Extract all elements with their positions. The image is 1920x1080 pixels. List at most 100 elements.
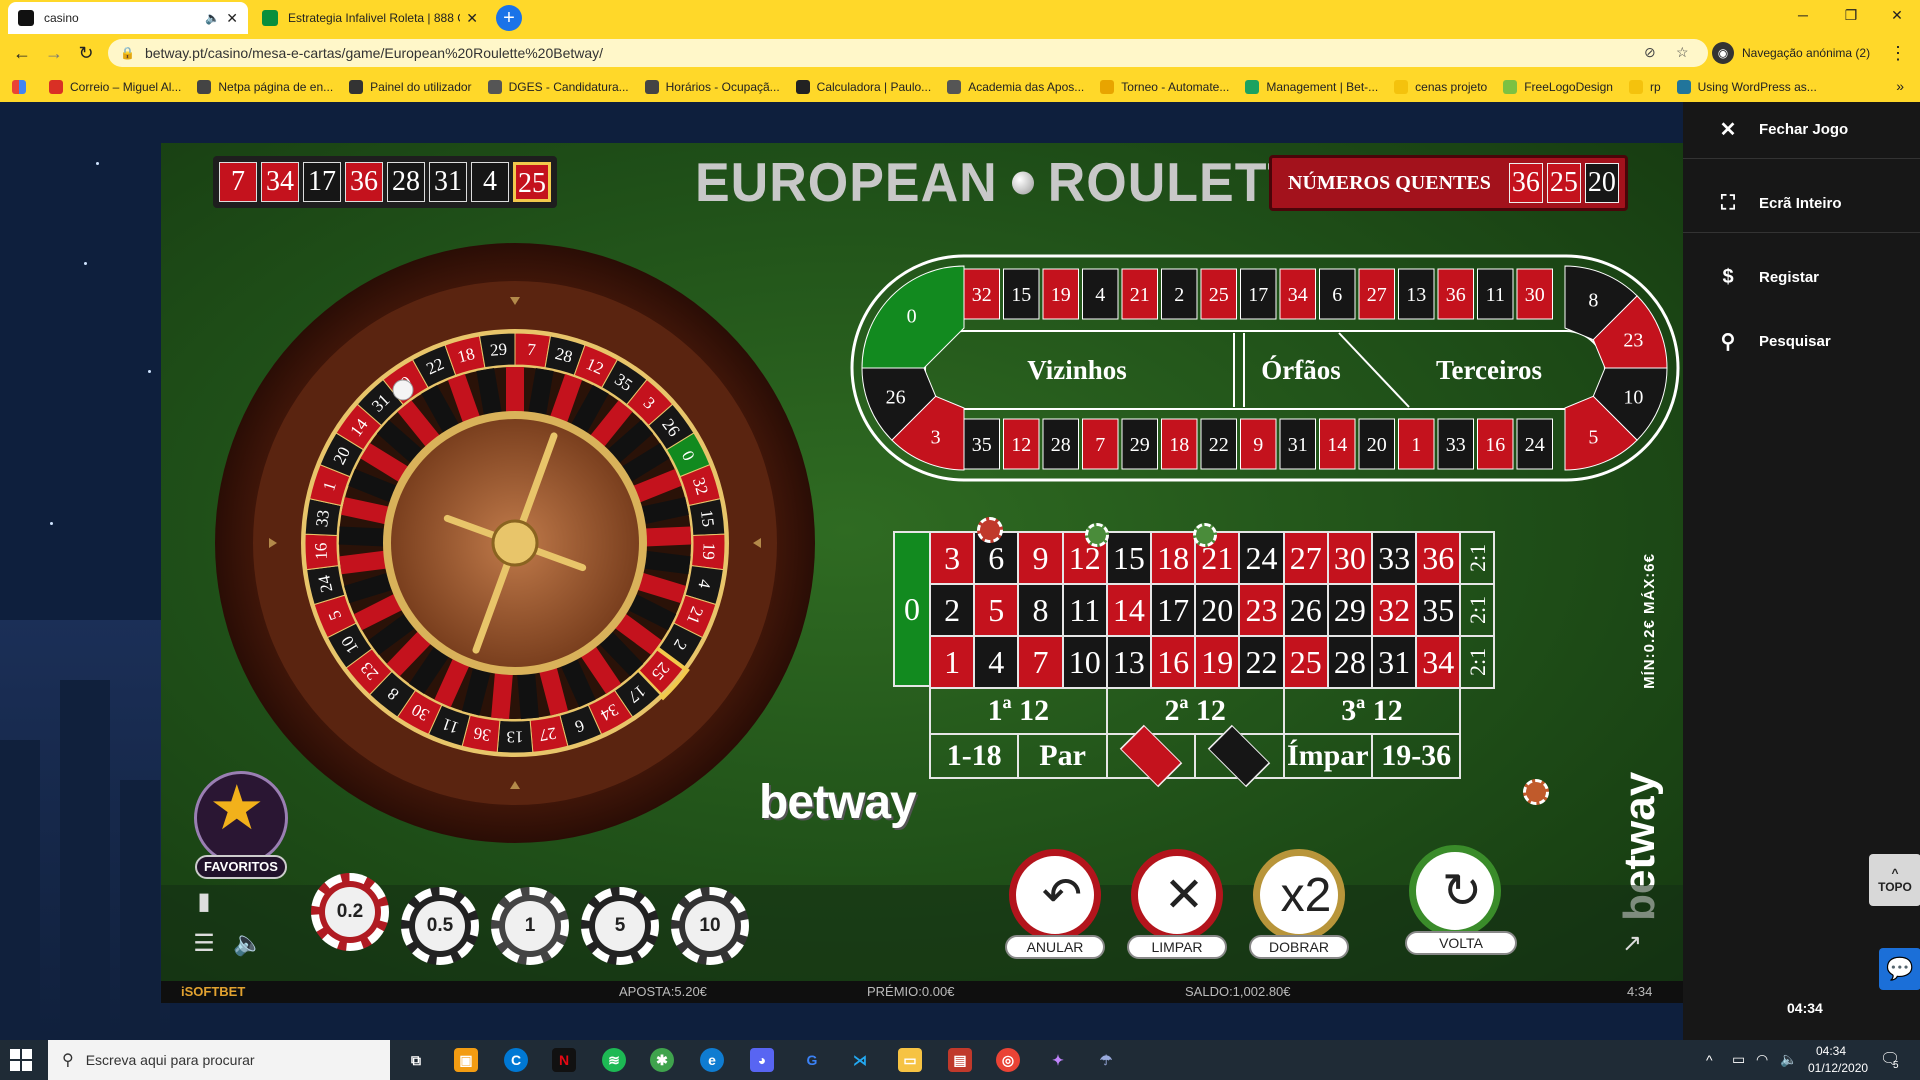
- column-bet-cell[interactable]: 2:1: [1459, 583, 1496, 637]
- speaker-icon[interactable]: 🔈: [205, 11, 220, 25]
- number-cell[interactable]: 15: [1105, 531, 1152, 585]
- anular-label[interactable]: ANULAR: [1005, 935, 1105, 959]
- racetrack[interactable]: 32 15 19 4 21 2 25 17 34 6 27 13 36 11 3035 12 28 7 29 18 22…: [849, 253, 1681, 483]
- number-cell[interactable]: 33: [1371, 531, 1418, 585]
- number-cell[interactable]: 28: [1326, 635, 1373, 689]
- edge-icon[interactable]: e: [700, 1048, 724, 1072]
- number-cell[interactable]: 10: [1061, 635, 1108, 689]
- lock-icon[interactable]: 🔒: [120, 46, 135, 60]
- number-cell[interactable]: 36: [1415, 531, 1462, 585]
- chat-icon[interactable]: 💬: [1879, 948, 1920, 990]
- volume-icon[interactable]: 🔈: [1780, 1051, 1797, 1068]
- chrome-icon[interactable]: ◎: [996, 1048, 1020, 1072]
- sound-icon[interactable]: 🔈: [231, 927, 265, 961]
- number-cell[interactable]: 20: [1194, 583, 1241, 637]
- chip-0.5[interactable]: 0.5: [401, 887, 479, 965]
- favorites-label[interactable]: FAVORITOS: [195, 855, 287, 879]
- number-cell[interactable]: 7: [1017, 635, 1064, 689]
- number-cell[interactable]: 13: [1105, 635, 1152, 689]
- chip-5[interactable]: 5: [581, 887, 659, 965]
- limpar-label[interactable]: LIMPAR: [1127, 935, 1227, 959]
- placed-chip[interactable]: [977, 517, 1003, 543]
- close-tab-icon[interactable]: ✕: [466, 10, 478, 27]
- app-icon[interactable]: ✱: [650, 1048, 674, 1072]
- outside-bet-cell[interactable]: 1-18: [929, 733, 1020, 779]
- incognito-indicator[interactable]: ◉ Navegação anónima (2): [1712, 39, 1870, 67]
- volta-button[interactable]: ↻: [1409, 845, 1501, 937]
- share-icon[interactable]: ↗: [1615, 927, 1649, 961]
- clock-time[interactable]: 04:34: [1816, 1044, 1846, 1058]
- number-cell[interactable]: 31: [1371, 635, 1418, 689]
- dobrar-label[interactable]: DOBRAR: [1249, 935, 1349, 959]
- bookmark-item[interactable]: Netpa página de en...: [197, 80, 333, 94]
- app-icon[interactable]: ✦: [1046, 1048, 1070, 1072]
- windows-start-icon[interactable]: [10, 1049, 34, 1073]
- number-cell[interactable]: 29: [1326, 583, 1373, 637]
- bookmark-item[interactable]: FreeLogoDesign: [1503, 80, 1613, 94]
- outside-bet-cell[interactable]: Par: [1017, 733, 1108, 779]
- number-cell[interactable]: 18: [1150, 531, 1197, 585]
- bookmark-item[interactable]: Correio – Miguel Al...: [49, 80, 181, 94]
- number-cell[interactable]: 11: [1061, 583, 1108, 637]
- tracking-off-icon[interactable]: ⊘: [1644, 44, 1656, 61]
- chip-1[interactable]: 1: [491, 887, 569, 965]
- number-cell[interactable]: 26: [1282, 583, 1329, 637]
- task-view-icon[interactable]: ⧉: [404, 1048, 428, 1072]
- file-explorer-icon[interactable]: ▭: [898, 1048, 922, 1072]
- outside-bet-cell[interactable]: Ímpar: [1282, 733, 1373, 779]
- bookmark-item[interactable]: Using WordPress as...: [1676, 80, 1817, 94]
- address-bar[interactable]: 🔒 betway.pt/casino/mesa-e-cartas/game/Eu…: [108, 39, 1708, 67]
- number-cell[interactable]: 3: [929, 531, 976, 585]
- number-cell[interactable]: 2: [929, 583, 976, 637]
- anular-button[interactable]: ↶: [1009, 849, 1101, 941]
- bookmark-item[interactable]: Horários - Ocupaçã...: [644, 80, 780, 94]
- zero-cell[interactable]: 0: [893, 531, 931, 687]
- outside-bet-cell[interactable]: [1105, 724, 1197, 788]
- taskbar-search[interactable]: ⚲ Escreva aqui para procurar: [48, 1040, 390, 1080]
- reload-icon[interactable]: ↻: [74, 41, 98, 65]
- tray-chevron-icon[interactable]: ^: [1706, 1052, 1713, 1068]
- vscode-icon[interactable]: ⋊: [848, 1048, 872, 1072]
- app-icon[interactable]: C: [504, 1048, 528, 1072]
- number-cell[interactable]: 34: [1415, 635, 1462, 689]
- number-cell[interactable]: 1: [929, 635, 976, 689]
- dobrar-button[interactable]: x2: [1253, 849, 1345, 941]
- list-icon[interactable]: ☰: [187, 927, 221, 961]
- number-cell[interactable]: 17: [1150, 583, 1197, 637]
- restore-icon[interactable]: ❐: [1828, 0, 1874, 30]
- bookmark-item[interactable]: rp: [1628, 80, 1661, 94]
- app-icon[interactable]: G: [800, 1048, 824, 1072]
- dozen-bet-cell[interactable]: 2ª 12: [1105, 687, 1285, 735]
- tab-estrategia[interactable]: Estrategia Infalivel Roleta | 888 C ✕: [252, 2, 488, 34]
- menu-kebab-icon[interactable]: ⋮: [1886, 41, 1910, 65]
- forward-icon[interactable]: →: [42, 41, 66, 65]
- register-button[interactable]: $ Registar: [1713, 262, 1819, 292]
- back-to-top-button[interactable]: ^ TOPO: [1869, 854, 1920, 906]
- number-cell[interactable]: 14: [1105, 583, 1152, 637]
- volta-label[interactable]: VOLTA: [1405, 931, 1517, 955]
- battery-icon[interactable]: ▭: [1732, 1051, 1745, 1068]
- new-tab-button[interactable]: +: [496, 5, 522, 31]
- dozen-bet-cell[interactable]: 3ª 12: [1282, 687, 1462, 735]
- search-button[interactable]: ⚲ Pesquisar: [1713, 326, 1831, 356]
- number-cell[interactable]: 35: [1415, 583, 1462, 637]
- limpar-button[interactable]: ✕: [1131, 849, 1223, 941]
- back-icon[interactable]: ←: [10, 41, 34, 65]
- number-cell[interactable]: 32: [1371, 583, 1418, 637]
- wifi-icon[interactable]: ◠: [1756, 1051, 1768, 1068]
- spotify-icon[interactable]: ≋: [602, 1048, 626, 1072]
- bookmark-star-icon[interactable]: ☆: [1676, 44, 1689, 61]
- number-cell[interactable]: 5: [973, 583, 1020, 637]
- number-cell[interactable]: 30: [1326, 531, 1373, 585]
- app-icon[interactable]: ▣: [454, 1048, 478, 1072]
- chip-10[interactable]: 10: [671, 887, 749, 965]
- number-cell[interactable]: 23: [1238, 583, 1285, 637]
- placed-chip[interactable]: [1193, 523, 1217, 547]
- clock-date[interactable]: 01/12/2020: [1808, 1061, 1868, 1075]
- placed-chip[interactable]: [1085, 523, 1109, 547]
- column-bet-cell[interactable]: 2:1: [1459, 635, 1496, 689]
- close-window-icon[interactable]: ✕: [1874, 0, 1920, 30]
- outside-bet-cell[interactable]: [1194, 724, 1285, 788]
- number-cell[interactable]: 27: [1282, 531, 1329, 585]
- fullscreen-button[interactable]: ⛶ Ecrã Inteiro: [1713, 188, 1842, 218]
